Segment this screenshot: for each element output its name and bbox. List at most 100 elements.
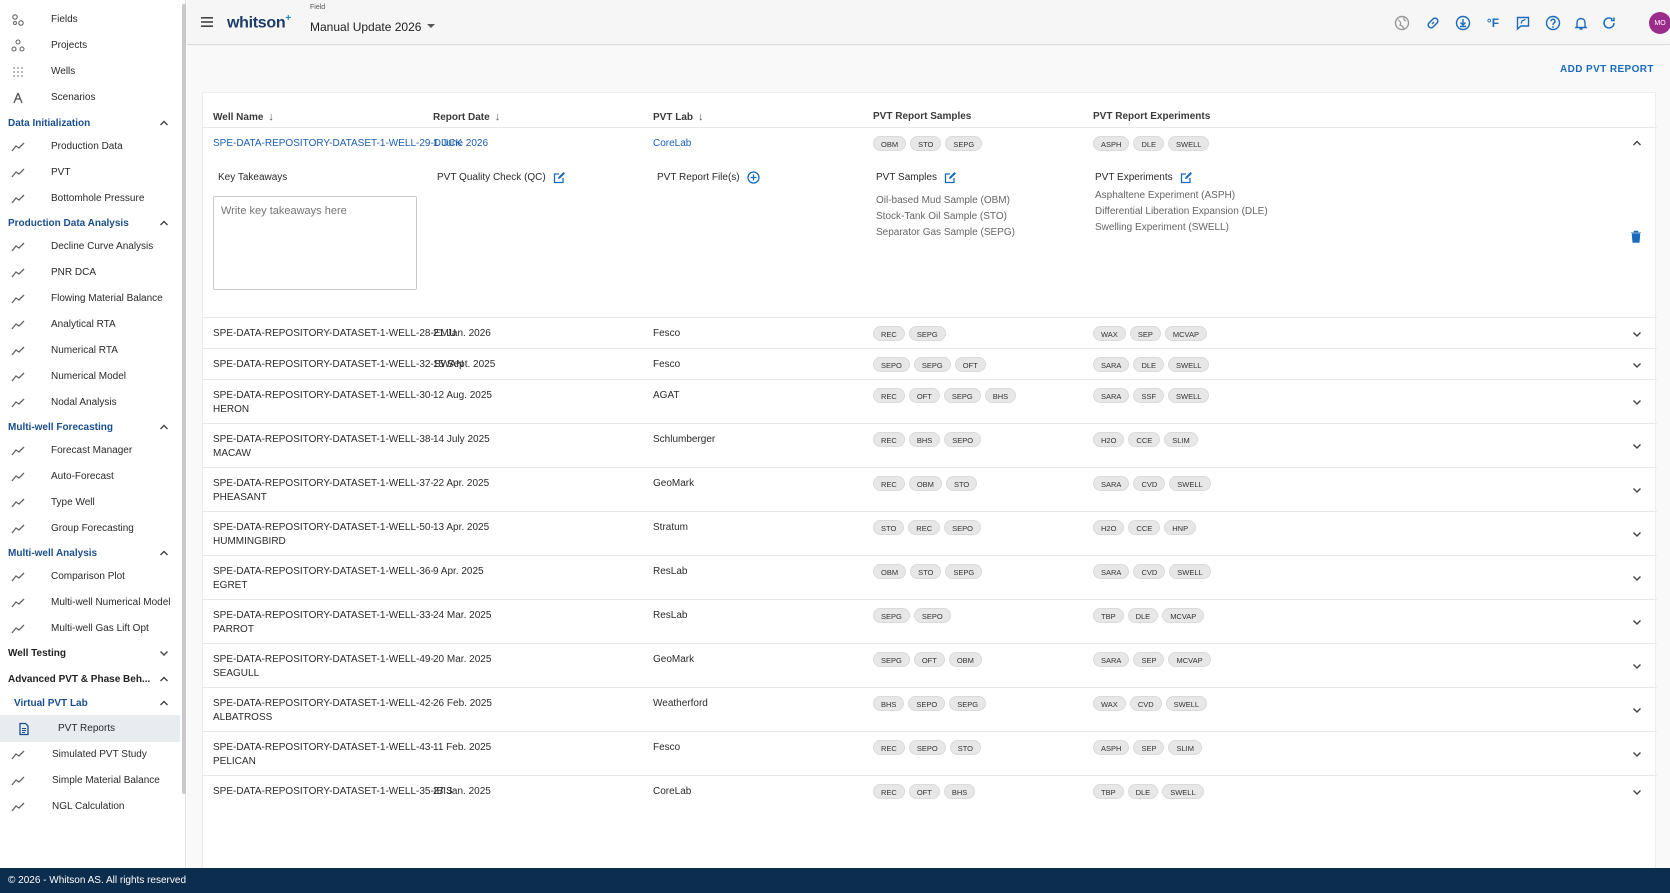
sidebar-item-ngl-calculation[interactable]: NGL Calculation — [8, 793, 180, 820]
well-name[interactable]: SPE-DATA-REPOSITORY-DATASET-1-WELL-49- SE… — [213, 653, 434, 681]
chip[interactable]: OFT — [908, 388, 940, 403]
add-pvt-report-button[interactable]: ADD PVT REPORT — [1560, 64, 1654, 75]
chevron-up-icon[interactable] — [158, 117, 170, 129]
chevron-up-icon[interactable] — [158, 217, 170, 229]
section-data-initialization[interactable]: Data Initialization — [8, 113, 170, 133]
sort-arrow-icon[interactable]: ↓ — [268, 111, 274, 123]
chip[interactable]: STO — [949, 740, 981, 755]
chip[interactable]: SEPG — [945, 564, 983, 579]
chip[interactable]: SLIM — [1164, 432, 1198, 447]
table-row[interactable]: SPE-DATA-REPOSITORY-DATASET-1-WELL-50- HU… — [203, 511, 1657, 555]
chip[interactable]: ASPH — [1093, 136, 1130, 151]
delete-icon[interactable] — [1630, 230, 1642, 246]
edit-samples-icon[interactable] — [944, 171, 957, 184]
chip[interactable]: REC — [873, 476, 905, 491]
chip[interactable]: SEPG — [873, 652, 910, 667]
expand-chevron-icon[interactable] — [1631, 484, 1643, 496]
field-select[interactable]: Manual Update 2026 — [310, 20, 421, 34]
chip[interactable]: SEPO — [908, 696, 946, 711]
chip[interactable]: ASPH — [1093, 740, 1130, 755]
chip[interactable]: REC — [873, 326, 905, 341]
chip[interactable]: STO — [910, 136, 942, 151]
sidebar-item-bottomhole-pressure[interactable]: Bottomhole Pressure — [8, 185, 180, 212]
download-icon[interactable] — [1453, 13, 1473, 33]
chip[interactable]: OBM — [908, 476, 942, 491]
refresh-icon[interactable] — [1599, 13, 1619, 33]
chip[interactable]: OFT — [954, 357, 986, 372]
sidebar-item-pnr-dca[interactable]: PNR DCA — [8, 259, 180, 286]
chip[interactable]: H2O — [1093, 432, 1125, 447]
chip[interactable]: SEPO — [944, 432, 982, 447]
table-row[interactable]: SPE-DATA-REPOSITORY-DATASET-1-WELL-30- HE… — [203, 379, 1657, 423]
notifications-icon[interactable] — [1571, 13, 1591, 33]
chip[interactable]: TBP — [1093, 608, 1124, 623]
chip[interactable]: REC — [908, 520, 941, 535]
chip[interactable]: SEPG — [908, 326, 946, 341]
section-virtual-pvt-lab[interactable]: Virtual PVT Lab — [14, 693, 170, 713]
chip[interactable]: SWELL — [1168, 388, 1210, 403]
edit-experiments-icon[interactable] — [1180, 171, 1193, 184]
table-row[interactable]: SPE-DATA-REPOSITORY-DATASET-1-WELL-38- MA… — [203, 423, 1657, 467]
chip[interactable]: SEPG — [873, 608, 910, 623]
collapse-chevron-icon[interactable] — [1631, 137, 1643, 149]
chevron-up-icon[interactable] — [158, 697, 170, 709]
sidebar-item-comparison-plot[interactable]: Comparison Plot — [8, 563, 180, 590]
menu-icon[interactable] — [199, 14, 215, 30]
sidebar-item-group-forecasting[interactable]: Group Forecasting — [8, 515, 180, 542]
temperature-unit-button[interactable]: °F — [1483, 13, 1503, 33]
section-well-testing[interactable]: Well Testing — [8, 643, 170, 663]
column-header-well-name[interactable]: Well Name ↓ — [213, 111, 274, 123]
chip[interactable]: MCVAP — [1162, 608, 1205, 623]
chip[interactable]: CVD — [1129, 696, 1162, 711]
chip[interactable]: MCVAP — [1168, 652, 1211, 667]
chip[interactable]: SEPG — [943, 388, 981, 403]
chip[interactable]: HNP — [1164, 520, 1197, 535]
expand-chevron-icon[interactable] — [1631, 440, 1643, 452]
chip[interactable]: SWELL — [1162, 784, 1204, 799]
sidebar-item-auto-forecast[interactable]: Auto-Forecast — [8, 463, 180, 490]
column-header-pvt-lab[interactable]: PVT Lab ↓ — [653, 111, 704, 123]
well-name[interactable]: SPE-DATA-REPOSITORY-DATASET-1-WELL-42- AL… — [213, 697, 434, 725]
section-multi-well-analysis[interactable]: Multi-well Analysis — [8, 543, 170, 563]
sidebar-item-projects[interactable]: Projects — [8, 32, 180, 59]
chip[interactable]: SSF — [1133, 388, 1165, 403]
expand-chevron-icon[interactable] — [1631, 616, 1643, 628]
chip[interactable]: SLIM — [1168, 740, 1202, 755]
chevron-down-icon[interactable] — [158, 647, 170, 659]
chip[interactable]: WAX — [1093, 696, 1126, 711]
chip[interactable]: CVD — [1133, 564, 1166, 579]
sidebar-item-fields[interactable]: Fields — [8, 6, 180, 33]
sidebar-item-pvt-reports[interactable]: PVT Reports — [0, 715, 180, 742]
expand-chevron-icon[interactable] — [1631, 786, 1643, 798]
chip[interactable]: SEPO — [913, 608, 951, 623]
chip[interactable]: BHS — [873, 696, 905, 711]
sidebar-item-numerical-model[interactable]: Numerical Model — [8, 363, 180, 390]
expand-chevron-icon[interactable] — [1631, 328, 1643, 340]
expand-chevron-icon[interactable] — [1631, 359, 1643, 371]
sidebar-item-nodal-analysis[interactable]: Nodal Analysis — [8, 389, 180, 416]
well-name[interactable]: SPE-DATA-REPOSITORY-DATASET-1-WELL-33- PA… — [213, 609, 434, 637]
chip[interactable]: SEP — [1133, 740, 1165, 755]
avatar[interactable]: MO — [1649, 12, 1670, 34]
sidebar-item-forecast-manager[interactable]: Forecast Manager — [8, 437, 180, 464]
chip[interactable]: SEPG — [945, 136, 983, 151]
chip[interactable]: OFT — [908, 784, 940, 799]
expand-chevron-icon[interactable] — [1631, 704, 1643, 716]
help-icon[interactable] — [1543, 13, 1563, 33]
chip[interactable]: OBM — [873, 564, 907, 579]
sidebar-item-multi-well-numerical-model[interactable]: Multi-well Numerical Model — [8, 589, 180, 616]
chip[interactable]: REC — [873, 388, 905, 403]
chip[interactable]: SARA — [1093, 357, 1130, 372]
sidebar-item-decline-curve-analysis[interactable]: Decline Curve Analysis — [8, 233, 180, 260]
chip[interactable]: STO — [945, 476, 978, 491]
well-name[interactable]: SPE-DATA-REPOSITORY-DATASET-1-WELL-37- PH… — [213, 477, 434, 505]
sidebar-item-scenarios[interactable]: Scenarios — [8, 84, 180, 111]
chip[interactable]: OBM — [948, 652, 982, 667]
chip[interactable]: SWELL — [1169, 564, 1211, 579]
chip[interactable]: SEPO — [908, 740, 946, 755]
chip[interactable]: H2O — [1093, 520, 1125, 535]
chevron-up-icon[interactable] — [158, 421, 170, 433]
chip[interactable]: WAX — [1093, 326, 1126, 341]
table-row[interactable]: SPE-DATA-REPOSITORY-DATASET-1-WELL-32-SW… — [203, 348, 1657, 379]
chip[interactable]: SARA — [1093, 564, 1130, 579]
